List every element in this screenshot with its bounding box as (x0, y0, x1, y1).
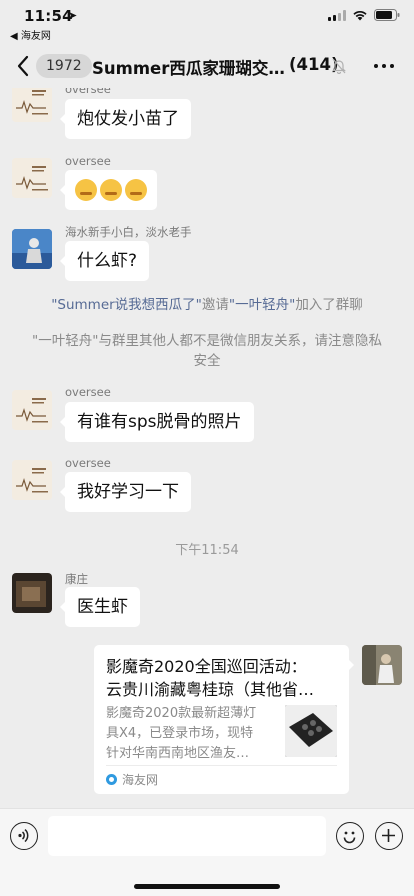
home-indicator (134, 884, 280, 889)
message-bubble[interactable] (60, 170, 157, 210)
more-dots-icon[interactable] (374, 64, 394, 68)
message-bubble[interactable]: 我好学习一下 (60, 472, 191, 512)
chevron-left-icon[interactable] (14, 54, 34, 78)
voice-icon[interactable] (10, 822, 38, 850)
message-bubble[interactable]: 什么虾? (59, 241, 150, 281)
message-item: oversee (0, 153, 414, 213)
timestamp: 下午11:54 (175, 543, 239, 558)
message-input[interactable] (48, 816, 326, 856)
avatar[interactable] (12, 390, 52, 430)
unread-count-badge[interactable]: 1972 (36, 54, 92, 78)
sender-name: oversee (65, 88, 111, 96)
invitee-link[interactable]: "一叶轻舟" (229, 297, 295, 313)
message-input-bar (0, 808, 414, 896)
sender-name: oversee (65, 456, 111, 470)
location-arrow-icon: ➤ (68, 9, 78, 22)
card-desc-line: 影魔奇2020款最新超薄灯 (106, 706, 257, 721)
card-thumbnail (285, 705, 337, 757)
message-item: oversee 炮仗发小苗了 (0, 88, 414, 142)
emoji-icon (125, 179, 147, 201)
sender-name: 康庄 (65, 572, 88, 586)
inviter-link[interactable]: "Summer说我想西瓜了" (51, 297, 202, 313)
emoji-icon (100, 179, 122, 201)
avatar[interactable] (12, 88, 52, 122)
card-title-line: 影魔奇2020全国巡回活动： (106, 657, 307, 676)
cellular-signal-icon (328, 9, 346, 21)
wifi-icon (352, 9, 368, 21)
card-description: 影魔奇2020款最新超薄灯 具X4，已登录市场，现特 针对华南西南地区渔友… (106, 704, 276, 764)
emoji-icon (75, 179, 97, 201)
message-bubble[interactable]: 炮仗发小苗了 (60, 99, 191, 139)
avatar[interactable] (12, 229, 52, 269)
sender-name: oversee (65, 154, 111, 168)
message-list[interactable]: oversee 炮仗发小苗了 oversee 海水新手小白，淡水老手 什么虾? … (0, 88, 414, 808)
chat-header: 1972 Summer西瓜家珊瑚交… (414) (0, 44, 414, 88)
card-source: 海友网 (106, 771, 158, 788)
source-app-icon (106, 774, 117, 785)
card-source-label: 海友网 (122, 773, 159, 787)
message-item: oversee 我好学习一下 (0, 456, 414, 516)
avatar[interactable] (362, 645, 402, 685)
message-bubble[interactable]: 有谁有sps脱骨的照片 (60, 402, 254, 442)
system-text: 加入了群聊 (295, 297, 363, 313)
status-indicators (328, 9, 400, 21)
message-bubble[interactable]: 医生虾 (60, 587, 140, 627)
card-title: 影魔奇2020全国巡回活动： 云贵川渝藏粤桂琼（其他省… (106, 655, 340, 701)
system-invite-notice: "Summer说我想西瓜了"邀请"一叶轻舟"加入了群聊 (30, 295, 384, 315)
message-item: 康庄 医生虾 (0, 570, 414, 630)
sender-name: oversee (65, 385, 111, 399)
battery-icon (374, 9, 400, 21)
message-item: 海水新手小白，淡水老手 什么虾? (0, 223, 414, 283)
message-item: oversee 有谁有sps脱骨的照片 (0, 385, 414, 445)
back-to-app-link[interactable]: ◀ 海友网 (10, 27, 51, 42)
status-time: 11:54 (24, 7, 73, 25)
plus-icon[interactable] (375, 822, 403, 850)
card-divider (106, 765, 337, 766)
smile-icon[interactable] (336, 822, 364, 850)
avatar[interactable] (12, 460, 52, 500)
status-bar: 11:54 ➤ ◀ 海友网 (0, 0, 414, 44)
avatar[interactable] (12, 158, 52, 198)
link-card[interactable]: 影魔奇2020全国巡回活动： 云贵川渝藏粤桂琼（其他省… 影魔奇2020款最新超… (94, 645, 354, 794)
card-desc-line: 具X4，已登录市场，现特 (106, 726, 254, 741)
bell-off-icon (332, 58, 346, 74)
sender-name: 海水新手小白，淡水老手 (65, 225, 192, 239)
system-text: 邀请 (201, 297, 229, 313)
privacy-notice: "一叶轻舟"与群里其他人都不是微信朋友关系，请注意隐私安全 (32, 333, 382, 369)
card-desc-line: 针对华南西南地区渔友… (106, 746, 250, 761)
avatar[interactable] (12, 573, 52, 613)
card-title-line: 云贵川渝藏粤桂琼（其他省… (106, 680, 315, 699)
